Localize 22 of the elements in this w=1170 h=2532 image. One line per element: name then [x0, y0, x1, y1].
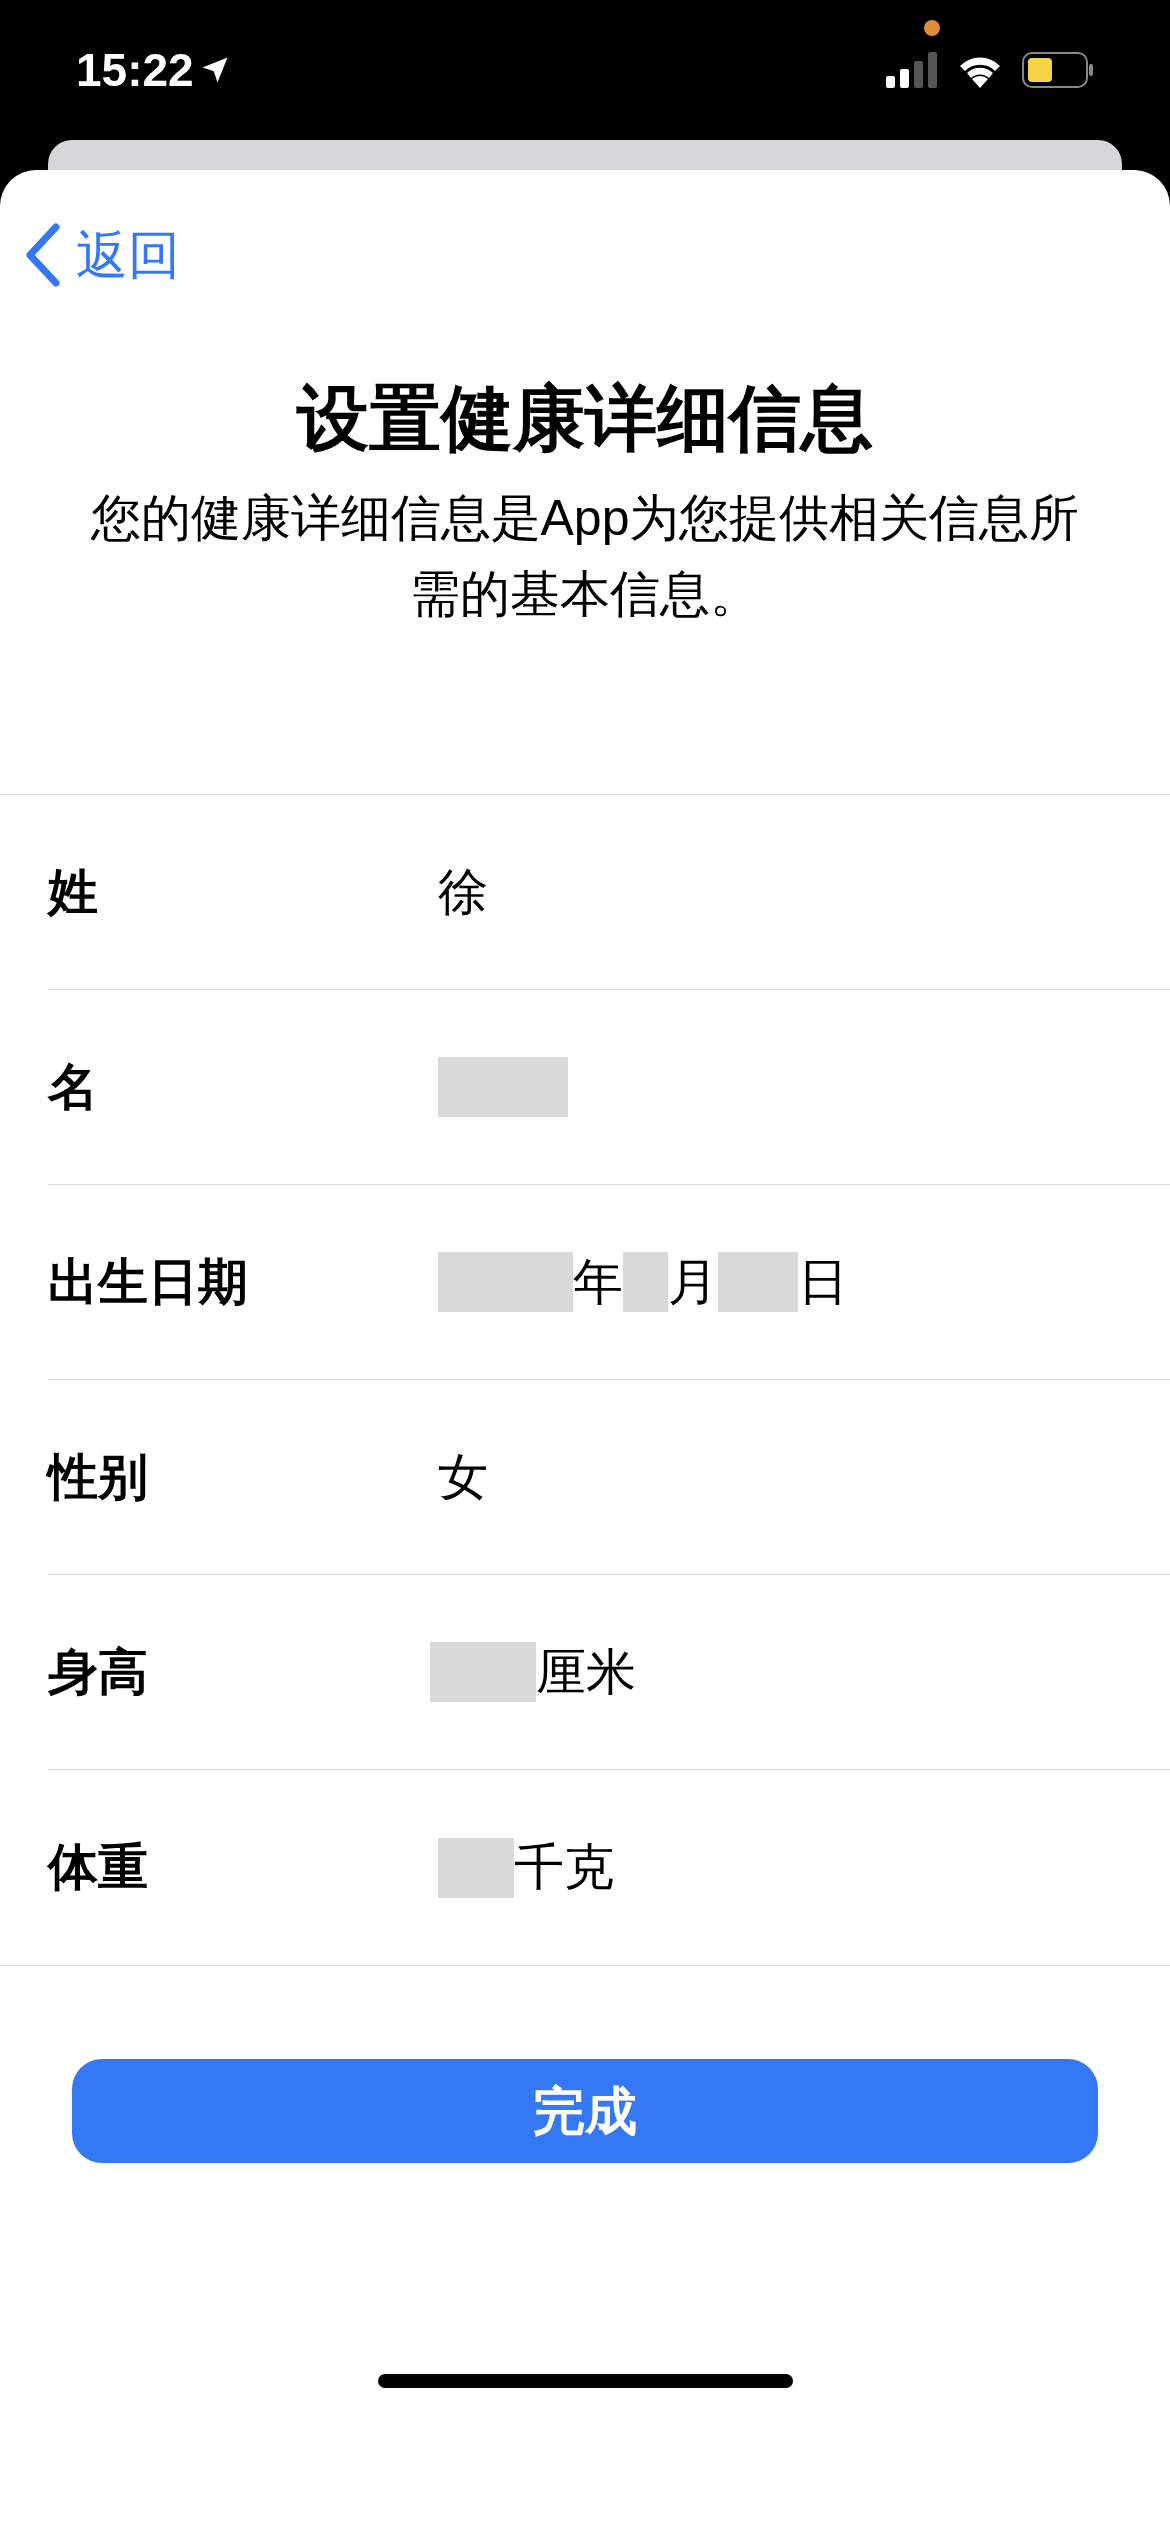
chevron-left-icon	[24, 223, 62, 287]
page-subtitle: 您的健康详细信息是App为您提供相关信息所需的基本信息。	[89, 489, 1081, 624]
field-value: 厘米	[536, 1642, 636, 1702]
field-value: 年	[573, 1252, 623, 1312]
field-value: 千克	[514, 1838, 614, 1897]
done-button[interactable]: 完成	[72, 2059, 1098, 2163]
field-value: 日	[798, 1252, 848, 1312]
redaction-block	[623, 1252, 668, 1312]
field-label: 身高	[48, 1642, 149, 1702]
field-value: 徐	[438, 862, 488, 922]
field-label: 出生日期	[48, 1252, 249, 1312]
signal-icon	[886, 52, 938, 88]
field-value: 月	[668, 1252, 718, 1312]
field-label: 名	[48, 1057, 99, 1117]
field-value: 女	[438, 1447, 488, 1507]
status-time: 15:22	[76, 42, 194, 98]
battery-icon	[1022, 52, 1094, 88]
page-title: 设置健康详细信息	[295, 377, 874, 460]
field-label: 姓	[48, 862, 99, 922]
field-label: 体重	[48, 1838, 149, 1897]
back-button[interactable]: 返回	[24, 216, 180, 294]
field-label: 性别	[48, 1447, 149, 1507]
